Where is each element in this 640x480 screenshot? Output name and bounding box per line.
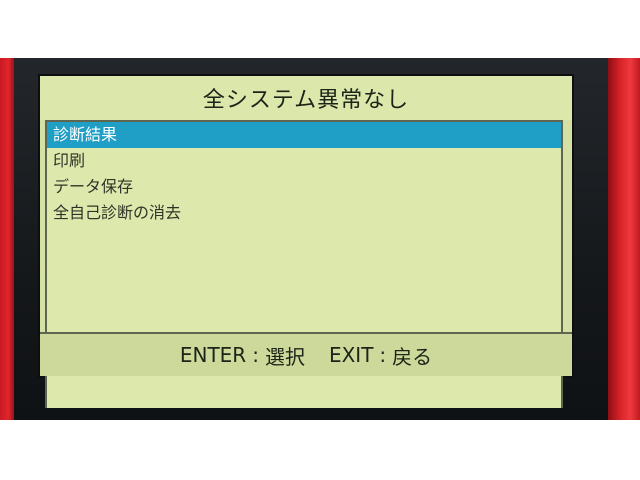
enter-action-label: 選択 <box>264 344 305 369</box>
enter-key-label: ENTER <box>179 343 247 367</box>
lcd-screen: 全システム異常なし 診断結果 印刷 データ保存 全自己診断の消去 ENTER :… <box>40 76 572 408</box>
menu-item-save-data[interactable]: データ保存 <box>47 174 561 200</box>
menu-item-diagnosis-results[interactable]: 診断結果 <box>47 122 561 148</box>
footer-key-hints: ENTER : 選択 EXIT : 戻る <box>40 332 572 376</box>
menu-item-clear-all-diagnostics[interactable]: 全自己診断の消去 <box>47 200 561 226</box>
menu-item-print[interactable]: 印刷 <box>47 148 561 174</box>
exit-separator: : <box>379 343 387 367</box>
enter-separator: : <box>252 343 259 367</box>
title-bar: 全システム異常なし <box>40 76 572 120</box>
screen-title: 全システム異常なし <box>202 88 410 113</box>
menu-list: 診断結果 印刷 データ保存 全自己診断の消去 <box>47 122 561 226</box>
exit-action-label: 戻る <box>392 344 433 369</box>
device-case-left <box>0 58 14 420</box>
exit-key-label: EXIT <box>328 343 374 367</box>
device-case-right <box>608 58 640 420</box>
